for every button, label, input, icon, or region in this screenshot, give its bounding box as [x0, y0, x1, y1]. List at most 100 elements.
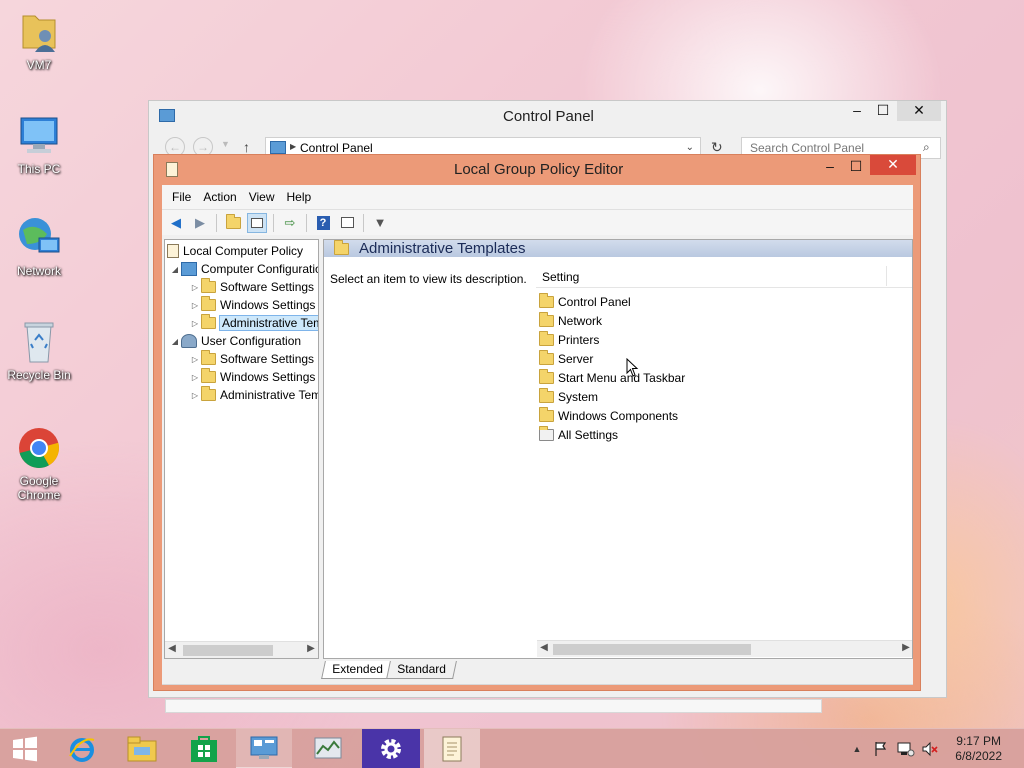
desktop-icon-vm7[interactable]: VM7: [3, 8, 75, 72]
expanded-triangle-icon[interactable]: ◢: [169, 337, 181, 346]
gpe-app-icon: [166, 162, 178, 177]
help-button[interactable]: ?: [313, 213, 333, 233]
group-policy-editor-window[interactable]: Local Group Policy Editor – ☐ ✕ File Act…: [153, 154, 921, 691]
taskbar-performance-monitor[interactable]: [300, 729, 356, 768]
list-item[interactable]: Network: [539, 311, 602, 330]
list-item[interactable]: System: [539, 387, 598, 406]
scroll-thumb[interactable]: [183, 645, 273, 656]
gpe-titlebar[interactable]: Local Group Policy Editor – ☐ ✕: [154, 155, 920, 185]
properties-button[interactable]: [337, 213, 357, 233]
search-icon[interactable]: ⌕: [923, 140, 930, 155]
tree-item-software-settings[interactable]: ▷ Software Settings: [189, 278, 314, 296]
tree-item-computer-configuration[interactable]: ◢ Computer Configuration: [169, 260, 319, 278]
system-clock[interactable]: 9:17 PM 6/8/2022: [955, 734, 1002, 764]
performance-monitor-icon: [314, 737, 342, 759]
menu-view[interactable]: View: [243, 190, 281, 204]
collapsed-triangle-icon[interactable]: ▷: [189, 373, 201, 382]
scroll-right-icon[interactable]: ▶: [304, 643, 318, 654]
taskbar-control-panel[interactable]: [236, 729, 292, 768]
minimize-button[interactable]: –: [816, 157, 844, 177]
export-list-button[interactable]: ⇨: [280, 213, 300, 233]
menu-help[interactable]: Help: [281, 190, 318, 204]
list-item[interactable]: Start Menu and Taskbar: [539, 368, 685, 387]
maximize-button[interactable]: ☐: [869, 101, 897, 121]
desktop-icon-google-chrome[interactable]: Google Chrome: [3, 424, 75, 502]
show-hidden-icons-button[interactable]: ▲: [850, 729, 864, 768]
scroll-left-icon[interactable]: ◀: [165, 643, 179, 654]
breadcrumb-control-panel[interactable]: Control Panel: [300, 141, 373, 155]
list-item[interactable]: All Settings: [539, 425, 618, 444]
tab-extended[interactable]: Extended: [321, 661, 394, 679]
list-item[interactable]: Server: [539, 349, 593, 368]
taskbar-internet-explorer[interactable]: [54, 729, 110, 768]
desktop-icon-label: Network: [16, 264, 61, 278]
taskbar-settings[interactable]: [362, 729, 420, 768]
minimize-button[interactable]: –: [843, 101, 871, 121]
tree-item-user-configuration[interactable]: ◢ User Configuration: [169, 332, 301, 350]
taskbar-file-explorer[interactable]: [114, 729, 170, 768]
recent-dropdown-icon[interactable]: ▼: [221, 139, 230, 149]
back-arrow-icon: ◀: [171, 214, 181, 230]
list-item-label: Printers: [558, 332, 600, 347]
collapsed-triangle-icon[interactable]: ▷: [189, 283, 201, 292]
scroll-right-icon[interactable]: ▶: [899, 642, 912, 653]
forward-button[interactable]: ▶: [190, 213, 210, 233]
folder-icon: [201, 350, 216, 365]
tree-item-administrative-templates[interactable]: ▷ Administrative Templates: [189, 386, 318, 404]
tree-item-administrative-templates[interactable]: ▷ Administrative Templates: [189, 314, 318, 332]
collapsed-triangle-icon[interactable]: ▷: [189, 391, 201, 400]
tree-item-windows-settings[interactable]: ▷ Windows Settings: [189, 296, 315, 314]
expanded-triangle-icon[interactable]: ◢: [169, 265, 181, 274]
control-panel-titlebar[interactable]: Control Panel – ☐ ✕: [149, 101, 946, 131]
action-center-flag-icon[interactable]: [872, 729, 890, 768]
desktop-icon-network[interactable]: Network: [3, 214, 75, 278]
taskbar-group-policy-editor[interactable]: [424, 729, 480, 768]
folder-icon: [539, 349, 554, 365]
folder-icon: [201, 314, 216, 329]
close-button[interactable]: ✕: [870, 155, 916, 175]
collapsed-triangle-icon[interactable]: ▷: [189, 301, 201, 310]
clock-date: 6/8/2022: [955, 749, 1002, 763]
collapsed-triangle-icon[interactable]: ▷: [189, 319, 201, 328]
folder-icon: [539, 387, 554, 403]
tree-item-local-computer-policy[interactable]: Local Computer Policy: [167, 242, 303, 260]
filter-button[interactable]: ▼: [370, 213, 390, 233]
start-button[interactable]: [0, 729, 50, 768]
back-button[interactable]: ◀: [166, 213, 186, 233]
details-pane[interactable]: Administrative Templates Select an item …: [323, 239, 913, 659]
scroll-thumb[interactable]: [553, 644, 751, 655]
tree-item-software-settings[interactable]: ▷ Software Settings: [189, 350, 314, 368]
collapsed-triangle-icon[interactable]: ▷: [189, 355, 201, 364]
taskbar: ▲ 9:17 PM 6/8/2022: [0, 728, 1024, 768]
tab-standard[interactable]: Standard: [385, 661, 457, 679]
up-icon[interactable]: ↑: [243, 139, 250, 155]
tree-item-label: Administrative Templates: [220, 388, 318, 402]
show-hide-console-tree-button[interactable]: [247, 212, 267, 233]
toolbar-separator: [273, 213, 274, 232]
maximize-button[interactable]: ☐: [842, 157, 870, 177]
column-header-setting[interactable]: Setting: [536, 266, 912, 288]
status-bar: [162, 684, 913, 707]
console-tree[interactable]: Local Computer Policy ◢ Computer Configu…: [164, 239, 319, 659]
tree-horizontal-scrollbar[interactable]: ◀ ▶: [165, 641, 318, 658]
list-item[interactable]: Control Panel: [539, 292, 631, 311]
network-status-icon[interactable]: [896, 729, 916, 768]
address-dropdown-icon[interactable]: ⌄: [686, 142, 694, 153]
list-item[interactable]: Windows Components: [539, 406, 678, 425]
tree-item-label: Computer Configuration: [201, 262, 319, 276]
column-divider[interactable]: [886, 266, 887, 286]
close-button[interactable]: ✕: [897, 101, 941, 121]
scroll-left-icon[interactable]: ◀: [537, 642, 551, 653]
tree-item-windows-settings[interactable]: ▷ Windows Settings: [189, 368, 315, 386]
menu-action[interactable]: Action: [197, 190, 242, 204]
taskbar-store[interactable]: [176, 729, 232, 768]
up-one-level-button[interactable]: [223, 213, 243, 233]
desktop-icon-this-pc[interactable]: This PC: [3, 112, 75, 176]
list-item-label: System: [558, 389, 599, 404]
details-horizontal-scrollbar[interactable]: ◀ ▶: [537, 640, 912, 657]
list-item[interactable]: Printers: [539, 330, 599, 349]
toolbar: ◀ ▶ ⇨ ? ▼: [162, 209, 913, 235]
desktop-icon-recycle-bin[interactable]: Recycle Bin: [3, 318, 75, 382]
volume-muted-icon[interactable]: [920, 729, 940, 768]
menu-file[interactable]: File: [166, 190, 197, 204]
